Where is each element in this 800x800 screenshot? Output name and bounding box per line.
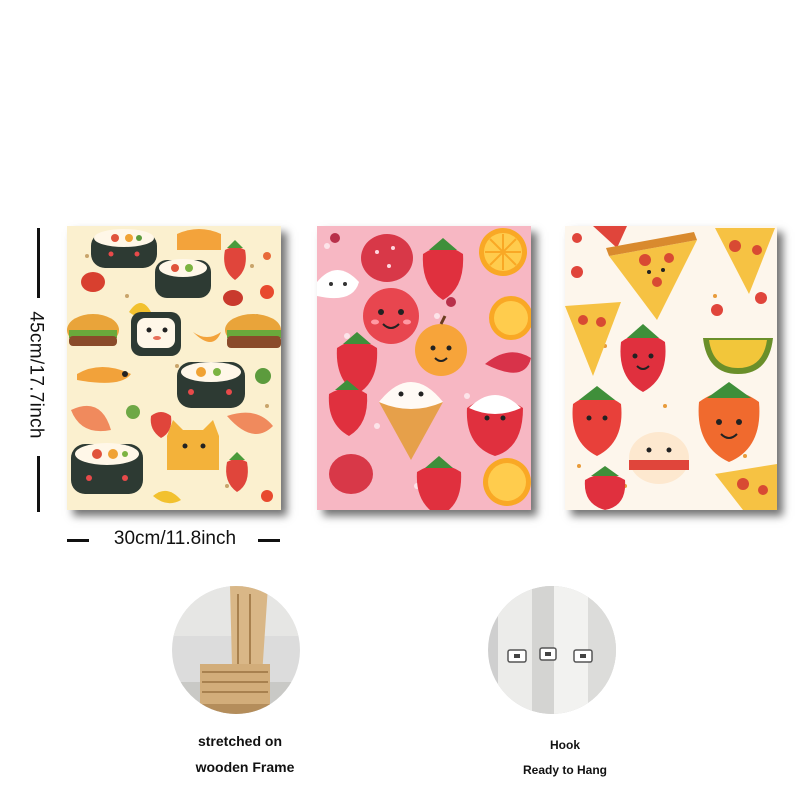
pizza-pattern-art	[565, 226, 777, 510]
orange-slice-icon	[489, 296, 531, 340]
height-line-top	[37, 228, 40, 298]
hook-caption-line1: Hook	[550, 738, 580, 752]
sushi-roll-icon	[177, 362, 245, 408]
fruit-canvas-panel	[317, 226, 531, 510]
sushi-roll-icon	[155, 259, 211, 298]
burger-icon	[225, 314, 281, 348]
sushi-canvas-panel	[67, 226, 281, 510]
hook-photo	[488, 586, 616, 714]
fruit-pattern-art	[317, 226, 531, 510]
sushi-pattern-art	[67, 226, 281, 510]
orange-slice-icon	[479, 228, 527, 276]
wooden-frame-illustration	[172, 586, 300, 714]
frame-caption-line1: stretched on	[197, 733, 282, 749]
pizza-canvas-panel	[565, 226, 777, 510]
frame-caption-line2: wooden Frame	[195, 759, 295, 775]
bun-face-icon	[629, 432, 689, 484]
height-dimension: 45cm/17.7inch	[8, 300, 64, 450]
width-line-right	[258, 539, 280, 542]
burger-icon	[67, 314, 119, 346]
height-line-bottom	[37, 456, 40, 512]
wooden-frame-photo	[172, 586, 300, 714]
sushi-face-icon	[131, 312, 181, 356]
sushi-roll-icon	[71, 443, 143, 494]
width-line-left	[67, 539, 89, 542]
width-label: 30cm/11.8inch	[113, 528, 237, 549]
height-label: 45cm/17.7inch	[26, 311, 48, 439]
sushi-roll-icon	[91, 229, 157, 268]
hook-caption-line2: Ready to Hang	[522, 763, 607, 777]
strawberry-face-icon	[363, 288, 419, 344]
hook-illustration	[488, 586, 616, 714]
